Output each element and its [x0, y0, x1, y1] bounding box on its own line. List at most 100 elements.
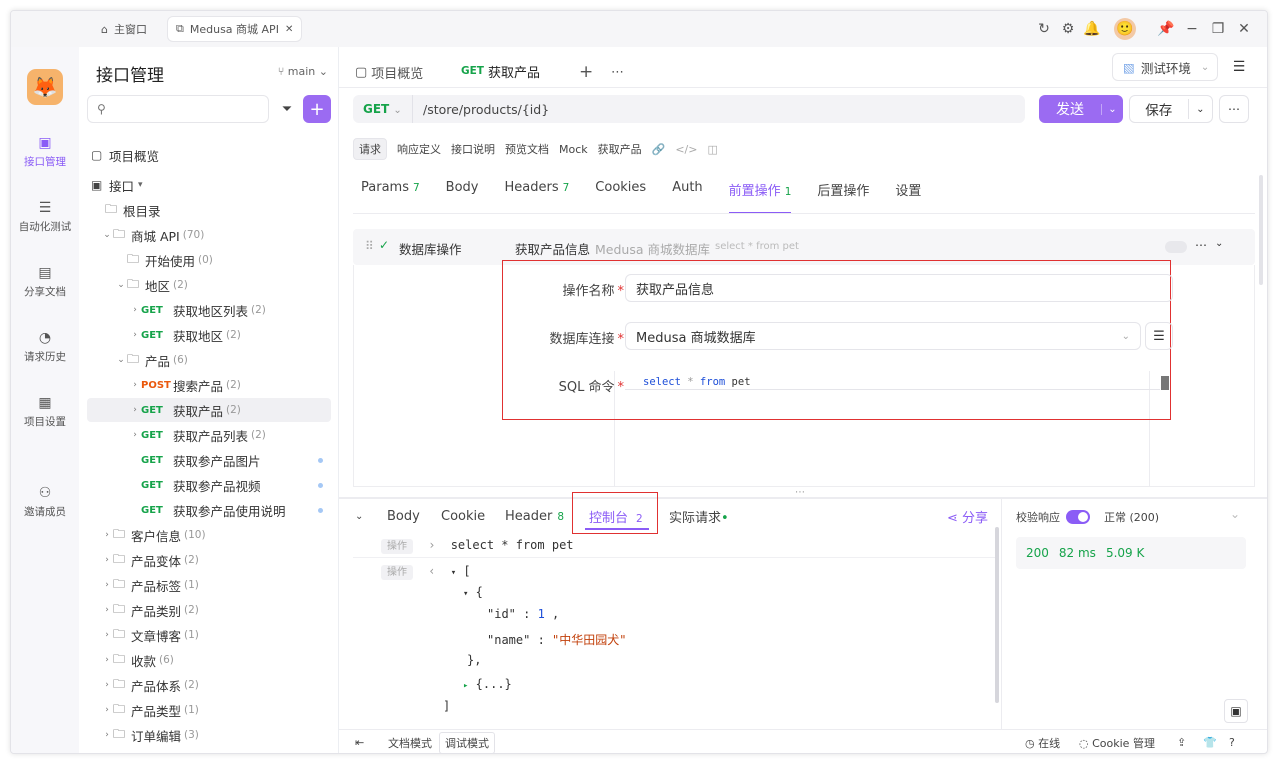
enable-toggle[interactable]: [1165, 241, 1187, 253]
chevron-down-icon[interactable]: ⌄: [115, 280, 127, 290]
tree-api-item[interactable]: GET 获取参产品使用说明: [87, 498, 331, 522]
layout-button[interactable]: ▣: [1224, 699, 1248, 723]
help-icon[interactable]: ?: [1229, 736, 1235, 749]
tab-request-2[interactable]: Headers 7: [505, 180, 570, 206]
environment-selector[interactable]: ▧ 测试环境 ⌄: [1112, 53, 1218, 81]
close-icon[interactable]: ✕: [285, 24, 293, 35]
method-selector[interactable]: GET ⌄: [353, 95, 413, 123]
tree-api-item[interactable]: › GET 获取产品 (2): [87, 398, 331, 422]
nav-invite[interactable]: ⚇ 邀请成员: [11, 485, 79, 519]
chevron-down-icon[interactable]: ⌄: [1101, 103, 1123, 115]
tab-request-3[interactable]: Cookies: [595, 180, 646, 206]
link-icon[interactable]: 🔗: [652, 143, 666, 156]
more-icon[interactable]: ⋯: [1195, 238, 1207, 252]
nav-share-docs[interactable]: ▤ 分享文档: [11, 265, 79, 299]
new-tab-button[interactable]: +: [579, 57, 593, 87]
save-button[interactable]: 保存 ⌄: [1129, 95, 1213, 123]
cookie-manager[interactable]: ◌ Cookie 管理: [1079, 735, 1155, 751]
refresh-icon[interactable]: ↻: [1035, 20, 1053, 38]
scrollbar-thumb[interactable]: [1161, 376, 1169, 390]
triangle-down-icon[interactable]: ▾: [463, 589, 468, 599]
shirt-icon[interactable]: 👕: [1203, 736, 1217, 749]
search-input[interactable]: ⚲: [87, 95, 269, 123]
chevron-right-icon[interactable]: ›: [101, 555, 113, 565]
chevron-left-icon[interactable]: ‹: [428, 564, 435, 578]
tree-folder[interactable]: › 🗀 订单编辑 (3): [87, 723, 331, 747]
tree-api-item[interactable]: GET 获取参产品视频: [87, 473, 331, 497]
chevron-right-icon[interactable]: ›: [129, 305, 141, 315]
chevron-down-icon[interactable]: ⌄: [115, 355, 127, 365]
chevron-right-icon[interactable]: ›: [101, 630, 113, 640]
tab-request-6[interactable]: 后置操作: [817, 180, 869, 206]
nav-automation[interactable]: ☰ 自动化测试: [11, 200, 79, 234]
nav-history[interactable]: ◔ 请求历史: [11, 330, 79, 364]
chevron-down-icon[interactable]: ⌄: [1189, 104, 1212, 115]
tree-overview[interactable]: ▢ 项目概览: [91, 143, 335, 167]
subtab-response-def[interactable]: 响应定义: [397, 141, 441, 157]
tab-request-0[interactable]: Params 7: [361, 180, 420, 206]
url-input[interactable]: /store/products/{id}: [413, 102, 549, 117]
chevron-right-icon[interactable]: ›: [129, 330, 141, 340]
triangle-down-icon[interactable]: ▾: [451, 568, 456, 578]
tab-request-4[interactable]: Auth: [672, 180, 702, 206]
code-icon[interactable]: </>: [675, 143, 697, 156]
db-settings-button[interactable]: ☰: [1145, 322, 1173, 350]
tab-request-7[interactable]: 设置: [895, 180, 921, 206]
more-actions-button[interactable]: ⋯: [1219, 95, 1249, 123]
tree-interfaces[interactable]: ▣ 接口 ▾: [91, 173, 335, 197]
tree-root[interactable]: 🗀 根目录: [105, 198, 349, 222]
add-button[interactable]: +: [303, 95, 331, 123]
vertical-scrollbar[interactable]: [1259, 175, 1263, 285]
tree-api-item[interactable]: › POST 搜索产品 (2): [87, 373, 331, 397]
chevron-right-icon[interactable]: ›: [129, 380, 141, 390]
chevron-right-icon[interactable]: ›: [129, 430, 141, 440]
tab-actual-request[interactable]: 实际请求•: [669, 507, 729, 526]
drag-handle-icon[interactable]: ⋯: [795, 487, 805, 498]
send-button[interactable]: 发送 ⌄: [1039, 95, 1123, 123]
chevron-right-icon[interactable]: ›: [101, 730, 113, 740]
share-button[interactable]: ⋖ 分享: [947, 507, 988, 526]
tree-folder[interactable]: › 🗀 产品标签 (1): [87, 573, 331, 597]
tree-api-item[interactable]: › GET 获取地区列表 (2): [87, 298, 331, 322]
more-tabs-button[interactable]: ⋯: [611, 57, 624, 87]
chevron-right-icon[interactable]: ›: [101, 680, 113, 690]
chevron-down-icon[interactable]: ⌄: [101, 230, 113, 240]
tab-request-5[interactable]: 前置操作 1: [728, 180, 791, 214]
menu-button[interactable]: ☰: [1225, 53, 1253, 81]
branch-selector[interactable]: ⑂ main ⌄: [278, 65, 328, 78]
maximize-icon[interactable]: ❐: [1209, 20, 1227, 38]
window-tab-home[interactable]: ⌂ 主窗口: [93, 16, 155, 42]
chevron-right-icon[interactable]: ›: [101, 530, 113, 540]
chevron-right-icon[interactable]: ›: [101, 705, 113, 715]
window-tab-project[interactable]: ⧉ Medusa 商城 API ✕: [167, 16, 303, 42]
subtab-description[interactable]: 接口说明: [451, 141, 495, 157]
bell-icon[interactable]: 🔔: [1083, 20, 1101, 38]
chevron-right-icon[interactable]: ›: [428, 538, 435, 552]
triangle-right-icon[interactable]: ▸: [463, 681, 468, 691]
gear-icon[interactable]: ⚙: [1059, 20, 1077, 38]
db-connection-select[interactable]: Medusa 商城数据库 ⌄: [625, 322, 1141, 350]
debug-mode-button[interactable]: 调试模式: [439, 731, 495, 753]
subtab-request[interactable]: 请求: [353, 138, 387, 160]
minimize-icon[interactable]: −: [1183, 20, 1201, 38]
tree-folder[interactable]: 🗀 开始使用 (0): [87, 248, 331, 272]
chevron-down-icon[interactable]: ⌄: [1215, 238, 1223, 249]
online-status[interactable]: ◷ 在线: [1025, 735, 1060, 751]
collapse-icon[interactable]: ⌄: [355, 511, 363, 522]
verify-toggle[interactable]: [1066, 510, 1090, 524]
doc-mode-button[interactable]: 文档模式: [383, 733, 437, 753]
operation-name-input[interactable]: 获取产品信息: [625, 274, 1173, 302]
tab-get-product[interactable]: GET 获取产品: [453, 57, 565, 87]
tab-request-1[interactable]: Body: [446, 180, 479, 206]
tree-folder[interactable]: › 🗀 产品类型 (1): [87, 698, 331, 722]
close-window-icon[interactable]: ✕: [1235, 20, 1253, 38]
subtab-mock[interactable]: Mock: [559, 143, 588, 156]
nav-api-management[interactable]: ▣ 接口管理: [11, 135, 79, 169]
upload-icon[interactable]: ⇪: [1177, 736, 1186, 749]
tree-folder[interactable]: › 🗀 产品变体 (2): [87, 548, 331, 572]
collapse-sidebar-icon[interactable]: ⇤: [355, 736, 364, 749]
nav-settings[interactable]: ▦ 项目设置: [11, 395, 79, 429]
pin-icon[interactable]: 📌: [1157, 20, 1175, 38]
panel-icon[interactable]: ◫: [707, 143, 717, 156]
sql-code-line[interactable]: select * from pet: [625, 376, 1160, 390]
